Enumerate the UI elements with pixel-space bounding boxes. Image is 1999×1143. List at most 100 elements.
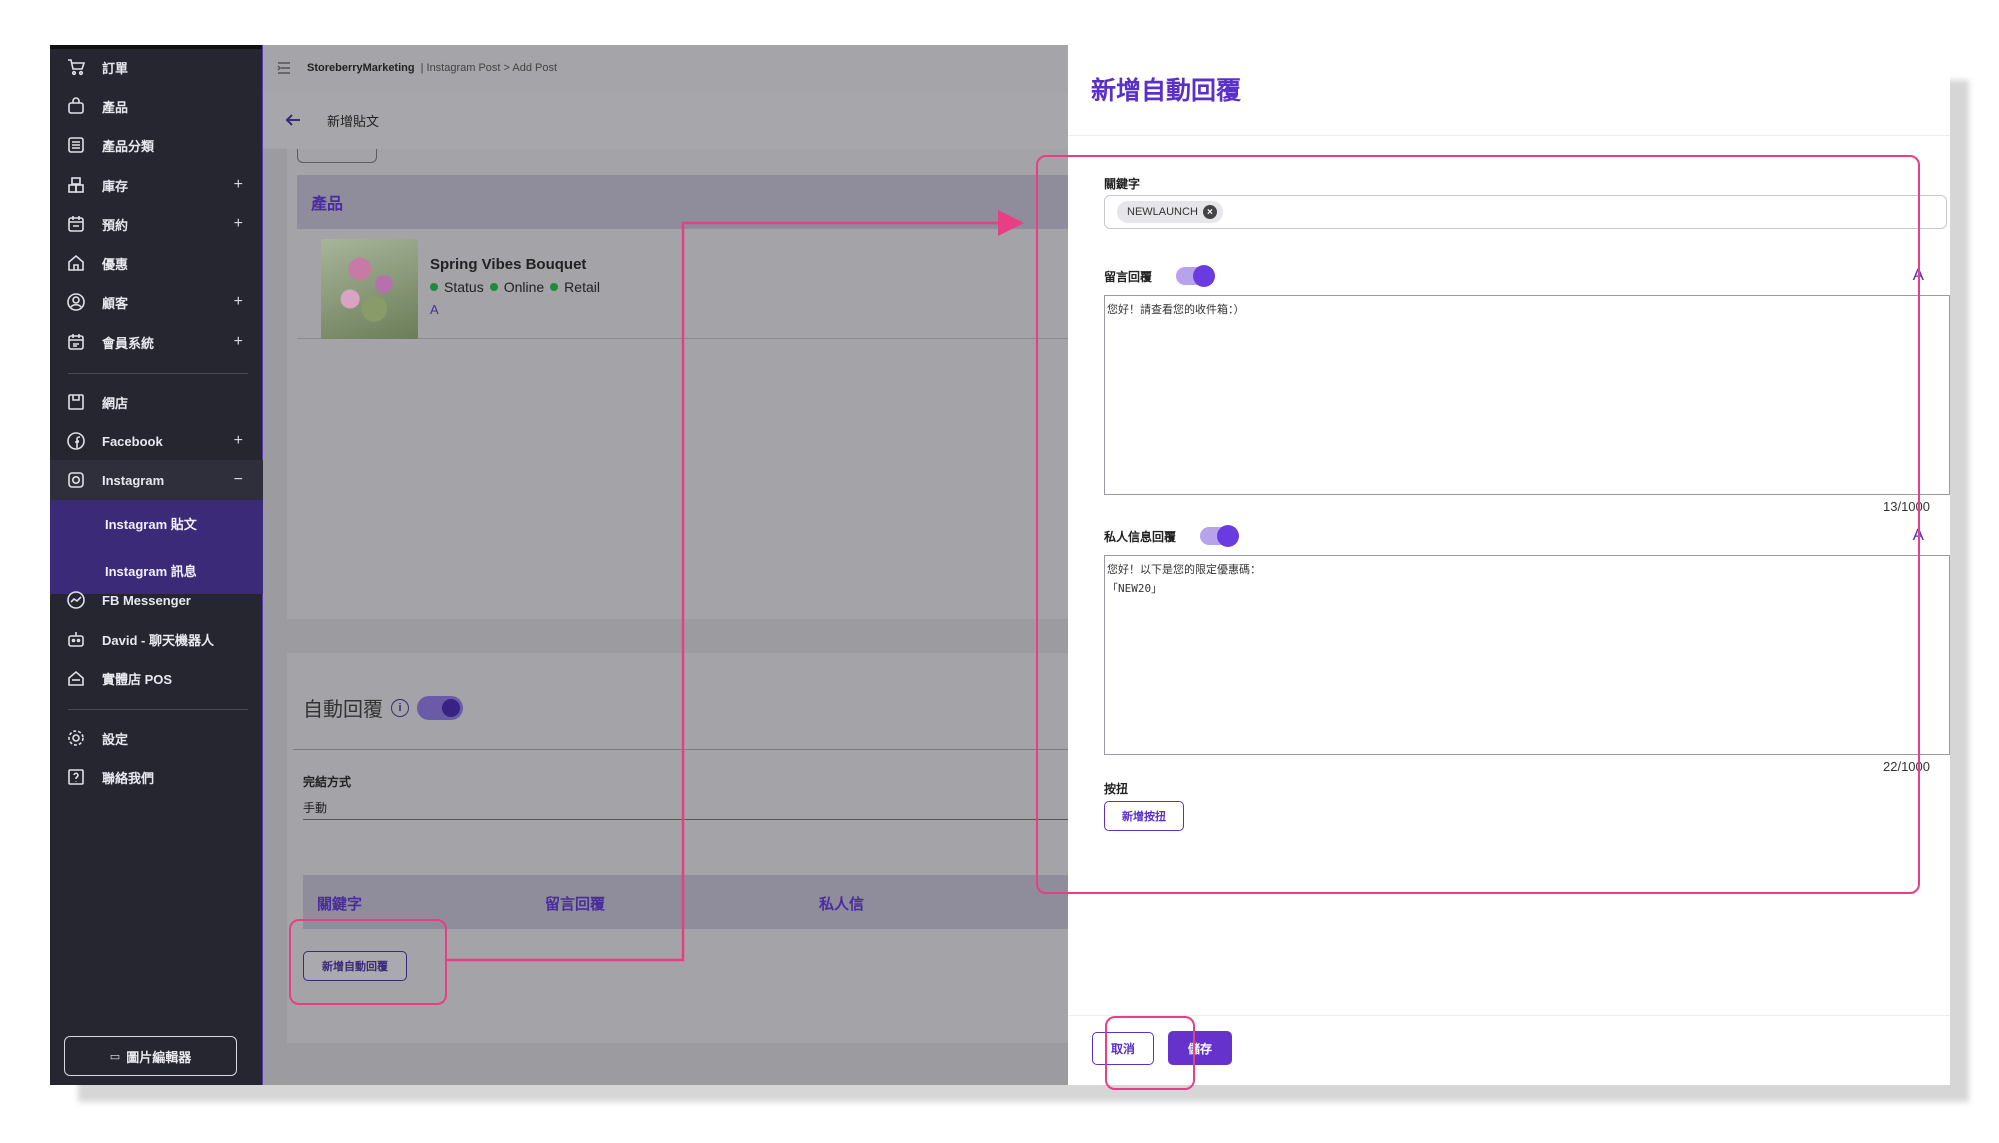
sidebar-divider: [68, 709, 248, 710]
menu-collapse-icon[interactable]: [275, 59, 293, 77]
drawer-divider: [1068, 135, 1950, 136]
expand-icon[interactable]: +: [234, 215, 243, 233]
app-window: 訂單 產品 產品分類 庫存 + 預約 + 優惠 顧客 + 會員系統 + 網店 F…: [50, 45, 1950, 1085]
cancel-button[interactable]: 取消: [1092, 1032, 1154, 1065]
instagram-icon: [66, 470, 86, 490]
sidebar-item-orders[interactable]: 訂單: [50, 47, 263, 87]
auto-reply-table-header: 關鍵字 留言回覆 私人信: [303, 875, 1068, 929]
expand-icon[interactable]: +: [234, 333, 243, 351]
add-auto-reply-button[interactable]: 新增自動回覆: [303, 951, 407, 981]
keyword-input[interactable]: NEWLAUNCH ×: [1104, 195, 1947, 229]
sidebar-item-instagram[interactable]: Instagram −: [50, 460, 263, 500]
auto-reply-title: 自動回覆: [303, 699, 383, 721]
member-calendar-icon: [66, 332, 86, 352]
comment-char-counter: 13/1000: [1883, 499, 1930, 514]
comment-reply-textarea[interactable]: 您好！請查看您的收件箱：）: [1104, 295, 1950, 495]
sidebar-item-label: 會員系統: [102, 335, 155, 351]
sidebar-item-label: 庫存: [102, 178, 129, 194]
completion-method-select[interactable]: 手動: [303, 799, 327, 816]
sidebar-item-label: 產品: [102, 99, 129, 115]
breadcrumb-root[interactable]: StoreberryMarketing: [307, 62, 415, 74]
sidebar-item-label: 預約: [102, 217, 129, 233]
sidebar-item-label: Facebook: [102, 433, 163, 449]
sidebar-divider: [68, 373, 248, 374]
add-button-button[interactable]: 新增按扭: [1104, 801, 1184, 831]
keyword-label: 關鍵字: [1104, 177, 1141, 191]
page-header: 新增貼文: [263, 91, 1068, 149]
bag-icon: [66, 96, 86, 116]
sidebar-item-label: 網店: [102, 395, 129, 411]
column-keyword: 關鍵字: [317, 896, 363, 913]
image-icon: ▭: [109, 1050, 121, 1063]
tag-status: Status: [444, 279, 484, 295]
product-row[interactable]: Spring Vibes Bouquet Status Online Retai…: [297, 229, 1068, 339]
sidebar-item-label: 優惠: [102, 256, 129, 272]
image-editor-label: 圖片編輯器: [126, 1049, 192, 1065]
auto-reply-heading: 自動回覆 i: [303, 693, 463, 722]
comment-reply-label: 留言回覆: [1104, 269, 1153, 284]
sidebar-subitem-instagram-posts[interactable]: Instagram 貼文: [50, 500, 263, 547]
completion-method-label: 完結方式: [303, 775, 352, 789]
dm-reply-textarea[interactable]: 您好！以下是您的限定優惠碼： 「NEW20」: [1104, 555, 1950, 755]
list-icon: [66, 135, 86, 155]
product-name: Spring Vibes Bouquet: [430, 256, 587, 273]
select-underline: [303, 819, 1068, 820]
breadcrumb: | Instagram Post > Add Post: [420, 62, 558, 74]
drawer-title: 新增自動回覆: [1091, 77, 1242, 105]
sidebar-item-webstore[interactable]: 網店: [50, 382, 263, 422]
column-dm-reply: 私人信: [819, 896, 865, 913]
sidebar-item-label: 設定: [102, 731, 129, 747]
main-content-dimmed: StoreberryMarketing | Instagram Post > A…: [263, 45, 1068, 1085]
sidebar-item-offers[interactable]: 優惠: [50, 243, 263, 283]
image-editor-button[interactable]: ▭ 圖片編輯器: [64, 1036, 237, 1076]
font-style-icon[interactable]: A: [1913, 265, 1924, 285]
sidebar-item-fb-messenger[interactable]: FB Messenger: [50, 580, 263, 620]
status-dot-icon: [550, 283, 559, 291]
auto-reply-toggle[interactable]: [417, 695, 463, 720]
messenger-icon: [66, 590, 86, 610]
sidebar-item-customers[interactable]: 顧客 +: [50, 282, 263, 322]
screenshot-stage: 訂單 產品 產品分類 庫存 + 預約 + 優惠 顧客 + 會員系統 + 網店 F…: [0, 0, 1999, 1143]
font-style-icon[interactable]: A: [1913, 525, 1924, 545]
info-icon[interactable]: i: [391, 698, 409, 717]
sidebar-item-label: 產品分類: [102, 138, 155, 154]
dm-char-counter: 22/1000: [1883, 759, 1930, 774]
status-dot-icon: [430, 283, 438, 291]
collapse-icon[interactable]: −: [234, 471, 243, 489]
facebook-icon: [66, 431, 86, 451]
tag-retail: Retail: [564, 279, 600, 295]
help-icon: [66, 767, 86, 787]
sidebar-item-categories[interactable]: 產品分類: [50, 125, 263, 165]
pos-home-icon: [66, 668, 86, 688]
page-title: 新增貼文: [327, 113, 380, 129]
comment-reply-toggle[interactable]: [1176, 265, 1216, 287]
sidebar-item-inventory[interactable]: 庫存 +: [50, 165, 263, 205]
robot-icon: [66, 629, 86, 649]
sidebar-item-products[interactable]: 產品: [50, 86, 263, 126]
dm-reply-toggle[interactable]: [1200, 525, 1240, 547]
sidebar-item-booking[interactable]: 預約 +: [50, 204, 263, 244]
keyword-chip-text: NEWLAUNCH: [1127, 206, 1198, 218]
status-dot-icon: [489, 283, 498, 291]
remove-chip-icon[interactable]: ×: [1202, 205, 1217, 219]
back-arrow-icon[interactable]: [283, 110, 303, 130]
expand-icon[interactable]: +: [234, 293, 243, 311]
sidebar-item-contact[interactable]: 聯絡我們: [50, 757, 263, 797]
save-button[interactable]: 儲存: [1168, 1031, 1232, 1065]
sidebar-item-label: 顧客: [102, 295, 129, 311]
sidebar-item-chatbot[interactable]: David - 聊天機器人: [50, 619, 263, 659]
expand-icon[interactable]: +: [234, 432, 243, 450]
product-thumbnail: [321, 239, 418, 339]
sidebar-item-membership[interactable]: 會員系統 +: [50, 322, 263, 362]
sidebar-item-settings[interactable]: 設定: [50, 718, 263, 758]
boxes-icon: [66, 175, 86, 195]
dm-reply-row: 私人信息回覆: [1104, 525, 1240, 547]
footer-divider: [1068, 1015, 1950, 1016]
product-section-header: 產品: [297, 175, 1068, 229]
auto-reply-card: 自動回覆 i 完結方式 手動 關鍵字 留言回覆 私人信 新增自動回覆: [287, 653, 1068, 1043]
top-bar: StoreberryMarketing | Instagram Post > A…: [263, 45, 1068, 91]
sidebar-item-label: Instagram: [102, 472, 165, 488]
expand-icon[interactable]: +: [234, 176, 243, 194]
sidebar-item-facebook[interactable]: Facebook +: [50, 421, 263, 461]
sidebar-item-pos[interactable]: 實體店 POS: [50, 658, 263, 698]
